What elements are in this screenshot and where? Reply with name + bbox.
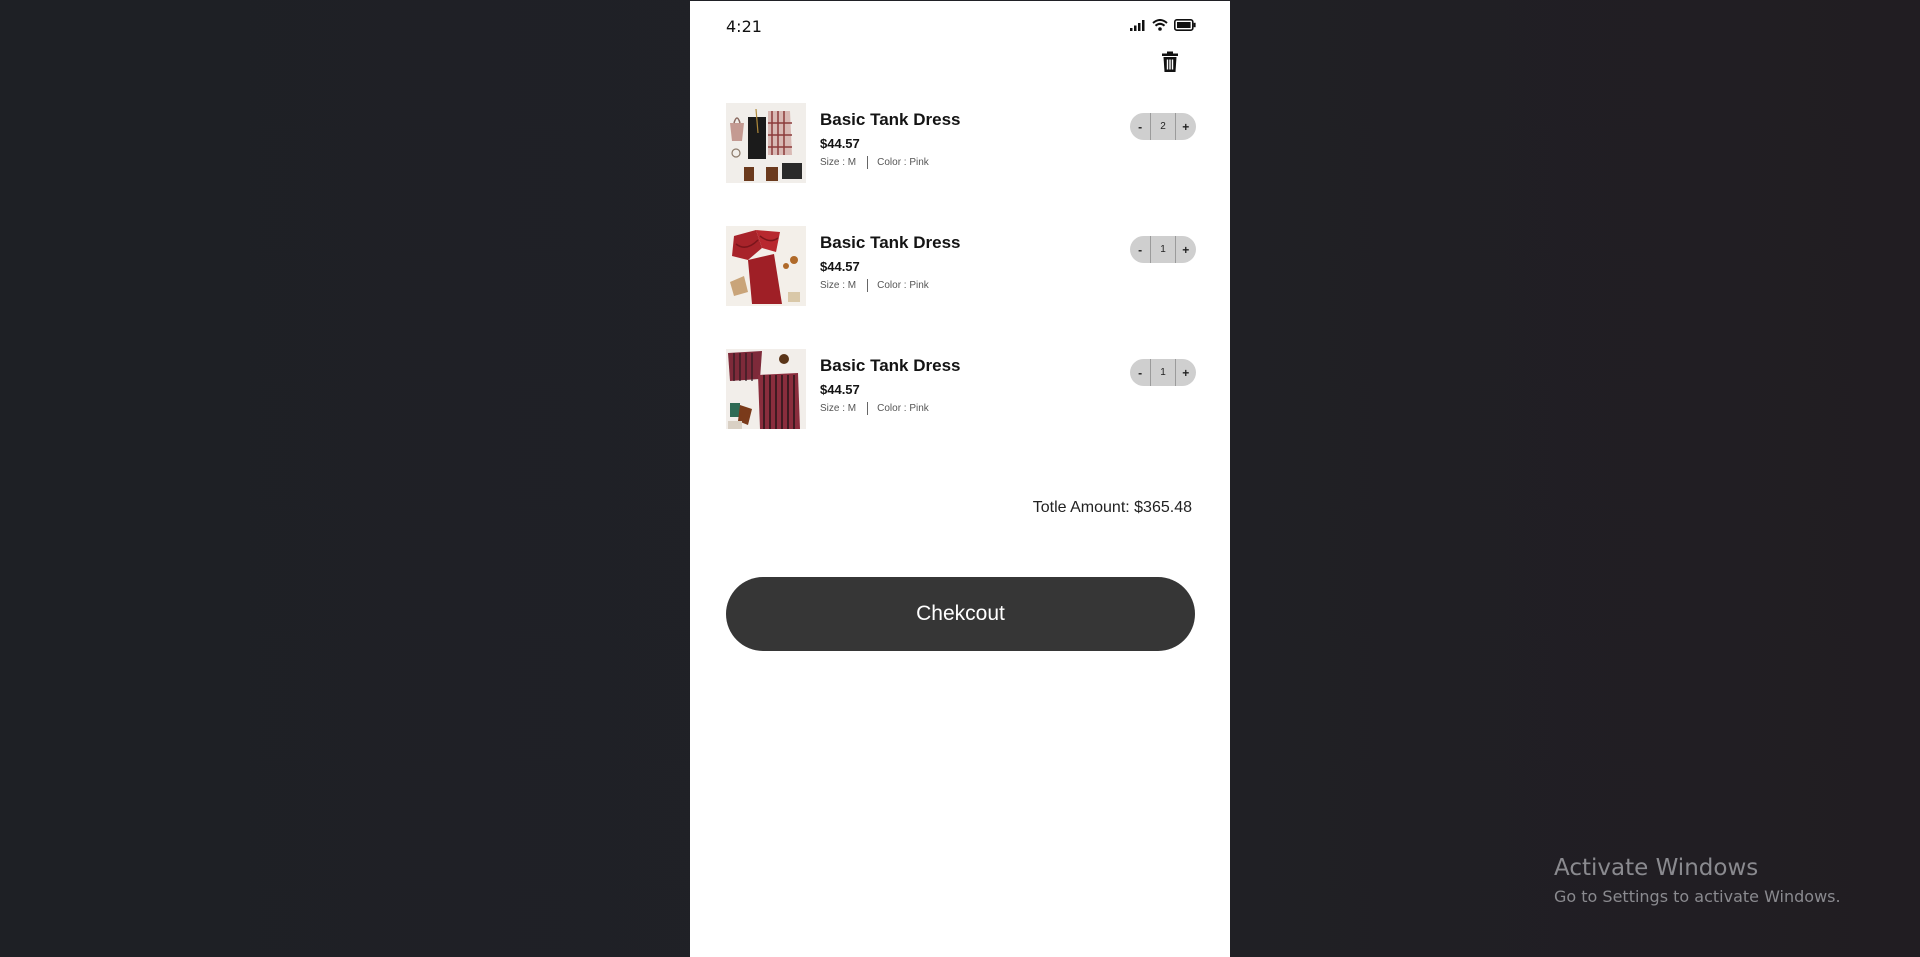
item-size: Size : M <box>820 280 857 291</box>
quantity-value: 1 <box>1150 359 1176 386</box>
item-name[interactable]: Basic Tank Dress <box>820 356 960 376</box>
desktop-background: 4:21 Basic Tank Dress $44.57 Size: M Co… <box>0 0 1920 957</box>
status-time: 4:21 <box>726 17 762 36</box>
item-size: Size : M <box>820 157 857 168</box>
increase-quantity-button[interactable]: + <box>1176 359 1196 386</box>
meta-divider <box>867 402 869 415</box>
item-meta: Size : M Color : Pink <box>820 279 960 292</box>
decrease-quantity-button[interactable]: - <box>1130 359 1150 386</box>
signal-icon <box>1130 20 1145 31</box>
item-price: $44.57 <box>820 136 860 151</box>
item-name[interactable]: Basic Tank Dress <box>820 233 960 253</box>
cart-item: Basic Tank Dress $44.57 Size : M Color :… <box>726 349 1196 431</box>
decrease-quantity-button[interactable]: - <box>1130 236 1150 263</box>
meta-divider <box>867 279 869 292</box>
status-bar: 4:21 <box>690 1 1230 51</box>
quantity-value: 2 <box>1150 113 1176 140</box>
item-price: $44.57 <box>820 382 860 397</box>
outfit-image-icon <box>726 349 806 429</box>
item-image[interactable] <box>726 226 806 306</box>
total-amount: Totle Amount: $365.48 <box>1032 499 1192 516</box>
item-image[interactable] <box>726 349 806 429</box>
increase-quantity-button[interactable]: + <box>1176 113 1196 140</box>
item-price: $44.57 <box>820 259 860 274</box>
cart-item: Basic Tank Dress $44.57 Size : M Color :… <box>726 103 1196 185</box>
cart-item: Basic Tank Dress $44.57 Size : M Color :… <box>726 226 1196 308</box>
meta-divider <box>867 156 869 169</box>
item-size: Size : M <box>820 403 857 414</box>
item-color: Color : Pink <box>877 403 929 414</box>
item-name[interactable]: Basic Tank Dress <box>820 110 960 130</box>
item-color: Color : Pink <box>877 157 929 168</box>
item-color: Color : Pink <box>877 280 929 291</box>
item-meta: Size : M Color : Pink <box>820 156 960 169</box>
decrease-quantity-button[interactable]: - <box>1130 113 1150 140</box>
quantity-value: 1 <box>1150 236 1176 263</box>
wifi-icon <box>1152 19 1168 31</box>
item-image[interactable] <box>726 103 806 183</box>
quantity-stepper: - 2 + <box>1130 113 1196 140</box>
outfit-image-icon <box>726 226 806 306</box>
item-meta: Size : M Color : Pink <box>820 402 960 415</box>
outfit-image-icon <box>726 103 806 183</box>
item-info: Basic Tank Dress $44.57 Size : M Color :… <box>820 233 960 292</box>
phone-screen: 4:21 Basic Tank Dress $44.57 Size: M Co… <box>690 1 1230 957</box>
battery-icon <box>1174 19 1196 31</box>
watermark-title: Activate Windows <box>1554 855 1759 881</box>
quantity-stepper: - 1 + <box>1130 236 1196 263</box>
checkout-button[interactable]: Chekcout <box>726 577 1195 651</box>
windows-activation-watermark: Activate Windows Go to Settings to activ… <box>1554 855 1841 906</box>
watermark-subtitle: Go to Settings to activate Windows. <box>1554 887 1841 906</box>
item-info: Basic Tank Dress $44.57 Size : M Color :… <box>820 356 960 415</box>
item-info: Basic Tank Dress $44.57 Size : M Color :… <box>820 110 960 169</box>
status-icons <box>1130 19 1196 31</box>
increase-quantity-button[interactable]: + <box>1176 236 1196 263</box>
quantity-stepper: - 1 + <box>1130 359 1196 386</box>
delete-cart-button[interactable] <box>1160 51 1180 73</box>
trash-icon <box>1162 51 1178 72</box>
